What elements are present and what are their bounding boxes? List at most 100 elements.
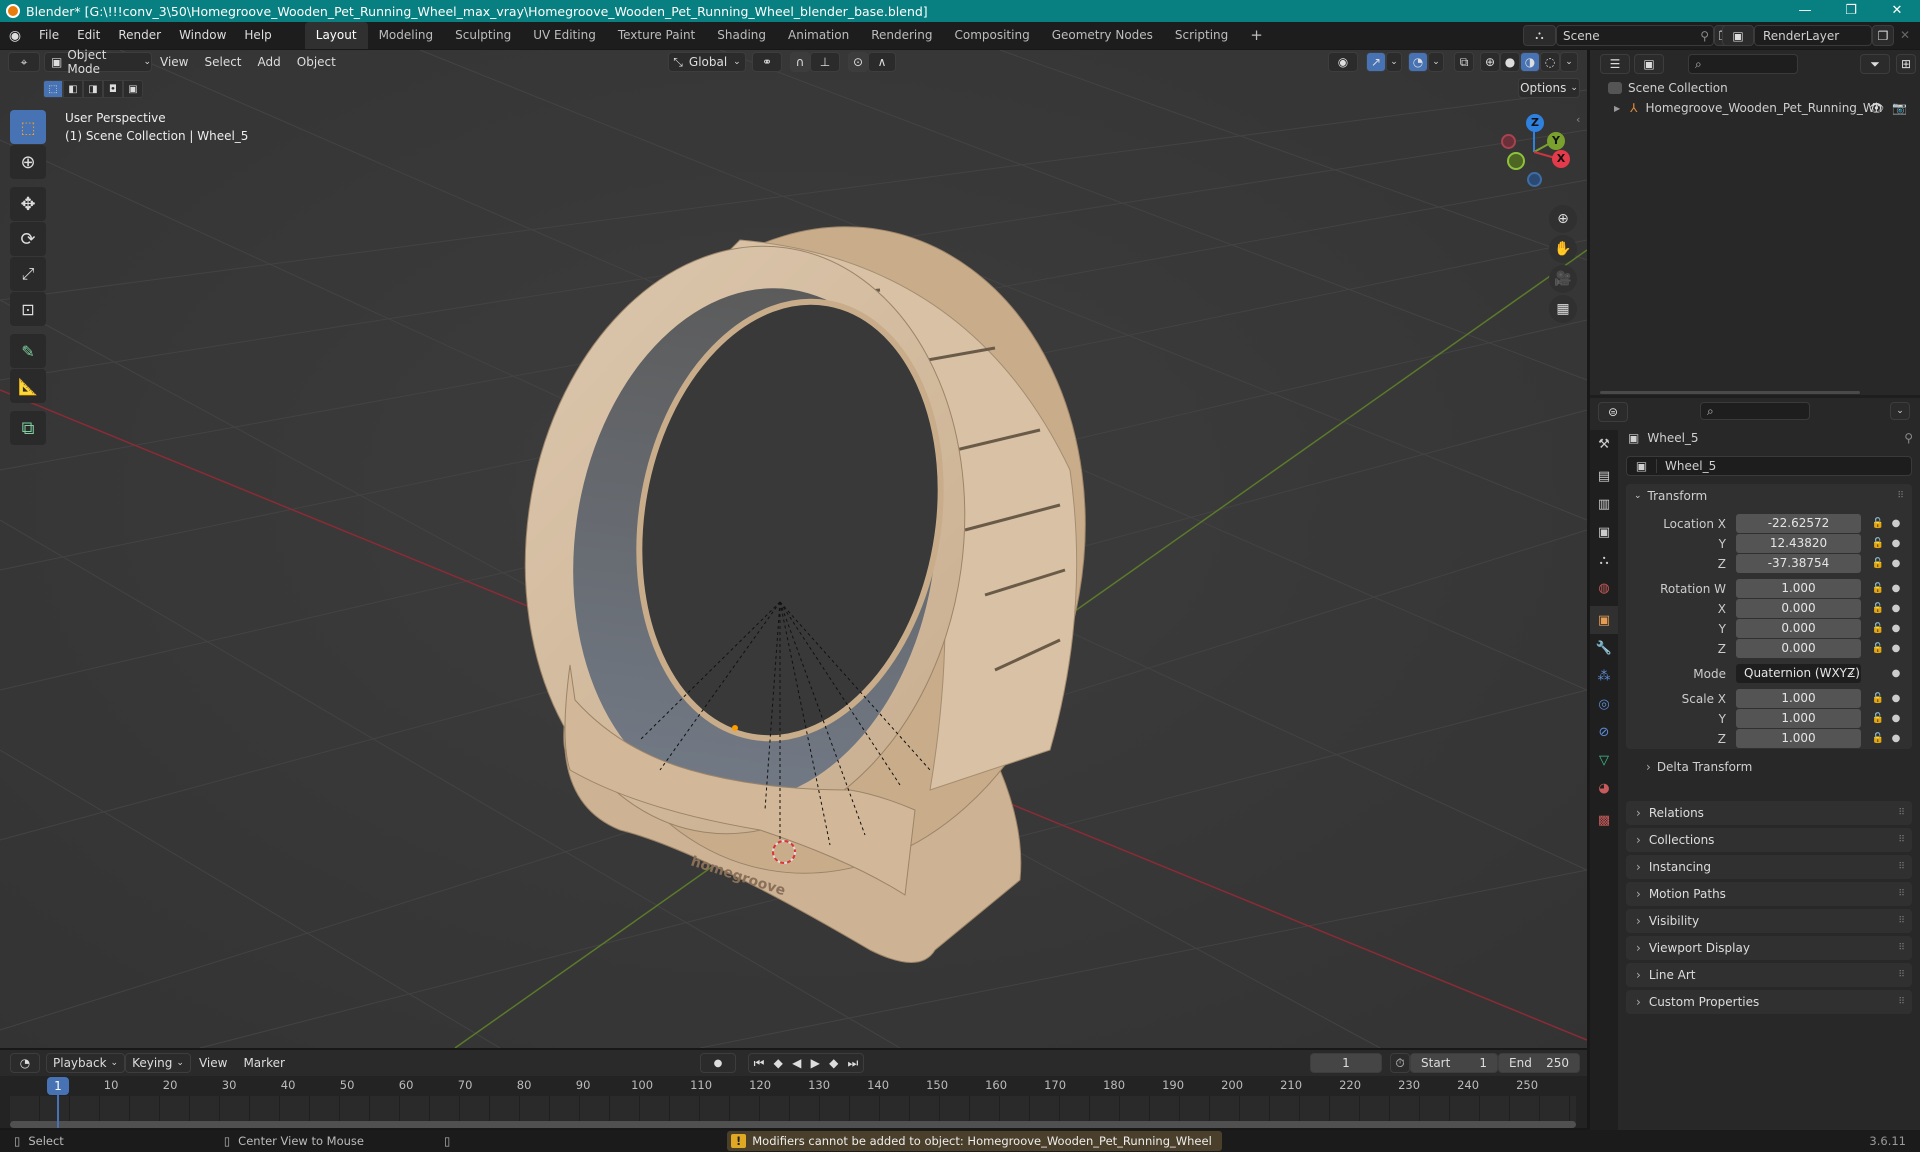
tool-cursor[interactable]: ⊕ [10, 145, 46, 179]
tool-add-cube[interactable]: ⧉ [10, 411, 46, 445]
overlay-toggle[interactable]: ◔ [1408, 52, 1428, 72]
keyframe-dot[interactable]: ● [1889, 643, 1903, 654]
prev-keyframe-icon[interactable]: ◆ [774, 1056, 783, 1070]
rendered-shading[interactable]: ◌ [1540, 52, 1560, 72]
delta-transform-subpanel[interactable]: › Delta Transform [1626, 756, 1912, 778]
tab-layout[interactable]: Layout [304, 22, 368, 49]
object-data-icon[interactable]: ▣ [1627, 459, 1657, 473]
timeline-editor-type[interactable]: ◔ [10, 1053, 40, 1073]
drag-grip-icon[interactable]: ⠿ [1898, 862, 1905, 872]
delete-view-layer-button[interactable]: ✕ [1900, 28, 1910, 42]
scene-type-selector[interactable]: ⛬ [1523, 25, 1556, 46]
timeline-ruler[interactable]: 10 20 30 40 50 60 70 80 90 100 110 120 130 140 150 160 1… [0, 1076, 1587, 1096]
tab-material[interactable]: ◕ [1590, 774, 1618, 802]
tool-select-box[interactable]: ⬚ [10, 110, 46, 144]
rotation-z-field[interactable]: 0.000 [1736, 639, 1861, 658]
panel-visibility[interactable]: › Visibility ⠿ [1626, 909, 1912, 933]
transform-panel-header[interactable]: ⌄ Transform ⠿ [1626, 484, 1912, 508]
keyframe-dot[interactable]: ● [1889, 668, 1903, 679]
zoom-view-button[interactable]: ⊕ [1549, 205, 1577, 233]
outliner-item[interactable]: ▶ ⅄ Homegroove_Wooden_Pet_Running_Wh 👁 📷 [1614, 98, 1914, 118]
camera-view-button[interactable]: 🎥 [1549, 265, 1577, 293]
panel-instancing[interactable]: › Instancing ⠿ [1626, 855, 1912, 879]
keying-menu[interactable]: Keying ⌄ [125, 1053, 191, 1073]
tab-scene[interactable]: ⛬ [1590, 546, 1618, 574]
keyframe-dot[interactable]: ● [1889, 558, 1903, 569]
pan-view-button[interactable]: ✋ [1549, 235, 1577, 263]
tab-uv-editing[interactable]: UV Editing [522, 22, 607, 49]
panel-relations[interactable]: › Relations ⠿ [1626, 801, 1912, 825]
gizmo-x-axis[interactable]: X [1552, 150, 1570, 168]
gizmo-y-axis[interactable]: Y [1547, 132, 1565, 150]
rotation-y-field[interactable]: 0.000 [1736, 619, 1861, 638]
wireframe-shading[interactable]: ⊕ [1480, 52, 1500, 72]
keyframe-dot[interactable]: ● [1889, 733, 1903, 744]
play-reverse-icon[interactable]: ◀ [792, 1056, 801, 1070]
panel-motion-paths[interactable]: › Motion Paths ⠿ [1626, 882, 1912, 906]
proportional-edit-toggle[interactable]: ⊙ [848, 52, 868, 72]
menu-add[interactable]: Add [250, 55, 289, 69]
properties-options-dropdown[interactable]: ⌄ [1890, 402, 1910, 420]
tab-modeling[interactable]: Modeling [368, 22, 445, 49]
lock-icon[interactable]: 🔓 [1867, 643, 1889, 654]
navigation-gizmo[interactable]: Z Y X ⊕ ✋ 🎥 ▦ [1490, 100, 1590, 323]
gizmo-dropdown[interactable]: ⌄ [1386, 52, 1402, 72]
eye-visibility-icon[interactable]: 👁 [1869, 101, 1884, 115]
lock-icon[interactable]: 🔓 [1867, 623, 1889, 634]
pin-icon[interactable]: ⚲ [1904, 431, 1913, 445]
outliner-editor-type[interactable]: ☰ [1600, 54, 1630, 74]
scene-field[interactable]: Scene ⚲ [1556, 25, 1714, 46]
tab-tool[interactable]: ⚒ [1590, 430, 1618, 458]
tab-scripting[interactable]: Scripting [1164, 22, 1239, 49]
3d-viewport[interactable]: homegroove [0, 50, 1587, 1048]
location-z-field[interactable]: -37.38754 [1736, 554, 1861, 573]
drag-grip-icon[interactable]: ⠿ [1898, 889, 1905, 899]
visibility-selector[interactable]: ◉ [1328, 52, 1358, 72]
rotation-x-field[interactable]: 0.000 [1736, 599, 1861, 618]
properties-search-input[interactable]: ⌕ [1700, 402, 1810, 420]
editor-type-selector[interactable]: ⌖ [8, 52, 40, 72]
tab-object[interactable]: ▣ [1590, 606, 1618, 634]
options-button[interactable]: Options ⌄ [1518, 78, 1580, 98]
lock-icon[interactable]: 🔓 [1867, 693, 1889, 704]
timeline-view-menu[interactable]: View [191, 1056, 235, 1070]
menu-render[interactable]: Render [109, 22, 170, 49]
tab-constraints[interactable]: ⊘ [1590, 718, 1618, 746]
object-name-field[interactable]: ▣ Wheel_5 [1626, 456, 1912, 476]
camera-render-icon[interactable]: 📷 [1892, 101, 1907, 115]
select-new-button[interactable]: ⬚ [43, 80, 63, 98]
lock-icon[interactable]: 🔓 [1867, 518, 1889, 529]
panel-viewport-display[interactable]: › Viewport Display ⠿ [1626, 936, 1912, 960]
keyframe-dot[interactable]: ● [1889, 693, 1903, 704]
keyframe-dot[interactable]: ● [1889, 538, 1903, 549]
location-x-field[interactable]: -22.62572 [1736, 514, 1861, 533]
play-icon[interactable]: ▶ [811, 1056, 820, 1070]
lock-icon[interactable]: 🔓 [1867, 603, 1889, 614]
playhead-frame-label[interactable]: 1 [47, 1077, 69, 1095]
tab-rendering[interactable]: Rendering [860, 22, 943, 49]
lock-icon[interactable]: 🔓 [1867, 713, 1889, 724]
select-subtract-button[interactable]: ◨ [83, 80, 103, 98]
tab-object-data[interactable]: ▽ [1590, 746, 1618, 774]
tab-particles[interactable]: ⁂ [1590, 662, 1618, 690]
tab-animation[interactable]: Animation [777, 22, 860, 49]
outliner-search-input[interactable]: ⌕ [1688, 54, 1798, 74]
properties-editor-type[interactable]: ⊜ [1598, 402, 1628, 422]
menu-file[interactable]: File [30, 22, 68, 49]
lock-icon[interactable]: 🔓 [1867, 733, 1889, 744]
auto-keying-toggle[interactable]: ● [700, 1053, 736, 1073]
lock-icon[interactable]: 🔓 [1867, 538, 1889, 549]
tab-world[interactable]: ◍ [1590, 574, 1618, 602]
snap-toggle[interactable]: ∩ [790, 52, 810, 72]
menu-view[interactable]: View [152, 55, 196, 69]
transform-orientation-selector[interactable]: ⤡ Global ⌄ [668, 52, 746, 72]
keyframe-dot[interactable]: ● [1889, 713, 1903, 724]
keyframe-dot[interactable]: ● [1889, 583, 1903, 594]
tab-sculpting[interactable]: Sculpting [444, 22, 522, 49]
add-workspace-button[interactable]: + [1239, 22, 1274, 49]
scale-y-field[interactable]: 1.000 [1736, 709, 1861, 728]
playback-menu[interactable]: Playback ⌄ [46, 1053, 126, 1073]
tab-render[interactable]: ▤ [1590, 462, 1618, 490]
menu-help[interactable]: Help [235, 22, 280, 49]
gizmo-toggle[interactable]: ↗ [1366, 52, 1386, 72]
